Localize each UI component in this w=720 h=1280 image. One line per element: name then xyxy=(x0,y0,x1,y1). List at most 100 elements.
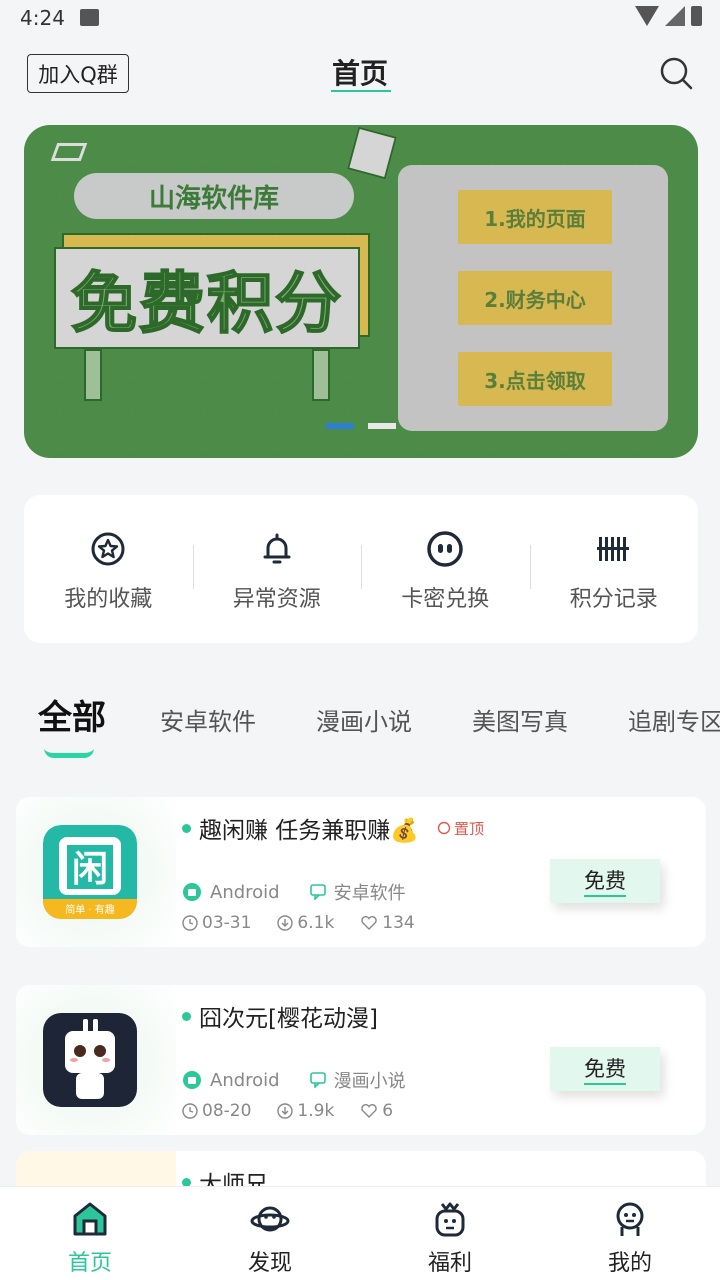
search-icon[interactable] xyxy=(659,56,693,90)
app-meta-stats: 03-31 6.1k 134 xyxy=(182,913,415,933)
image-notification-icon xyxy=(80,9,99,26)
title-bullet xyxy=(182,823,191,833)
bell-icon xyxy=(263,533,291,564)
tab-tv-series[interactable]: 追剧专区 xyxy=(628,702,720,737)
app-date: 08-20 xyxy=(202,1101,252,1121)
category-label: 漫画小说 xyxy=(333,1071,406,1092)
shortcut-panel: 我的收藏 异常资源 卡密兑换 积分记录 xyxy=(24,495,698,643)
title-bullet xyxy=(182,1011,191,1021)
app-icon-quxianzhuan: 闲 简单 · 有趣 xyxy=(43,825,137,919)
billboard-post-right xyxy=(312,349,330,401)
app-name: 趣闲赚 任务兼职赚💰 xyxy=(199,818,419,844)
tab-photo-albums[interactable]: 美图写真 xyxy=(472,702,568,737)
tab-mine[interactable]: 我的 xyxy=(540,1187,720,1280)
app-date: 03-31 xyxy=(202,913,252,933)
tab-label: 我的 xyxy=(607,1251,652,1276)
app-card[interactable]: 囧次元[樱花动漫] Android 漫画小说 08-20 1.9k 6 免费 xyxy=(16,985,706,1135)
free-download-button[interactable]: 免费 xyxy=(550,1047,660,1091)
chat-icon xyxy=(309,884,326,900)
app-meta-platform: Android 漫画小说 xyxy=(182,1067,406,1093)
chat-bubble-icon xyxy=(437,821,451,835)
tab-all[interactable]: 全部 xyxy=(38,690,106,739)
android-icon xyxy=(183,883,201,901)
app-title: 囧次元[樱花动漫] xyxy=(182,999,378,1033)
active-tab-indicator xyxy=(44,748,94,758)
status-time: 4:24 xyxy=(20,6,65,30)
battery-icon xyxy=(691,6,702,26)
app-icon-area xyxy=(16,985,176,1135)
app-meta-platform: Android 安卓软件 xyxy=(182,879,406,905)
banner-step-1: 1.我的页面 xyxy=(458,190,612,244)
bottom-tab-bar: 首页 发现 福利 我的 xyxy=(0,1186,720,1280)
status-bar: 4:24 xyxy=(0,0,720,36)
billboard-text: 免费积分 xyxy=(54,247,360,349)
chat-icon xyxy=(309,1072,326,1088)
pinned-label: 置顶 xyxy=(453,819,484,838)
clock-icon xyxy=(182,1103,198,1119)
face-icon xyxy=(427,531,463,567)
platform-label: Android xyxy=(210,881,280,903)
app-card[interactable]: 闲 简单 · 有趣 趣闲赚 任务兼职赚💰 置顶 Android 安卓软件 03-… xyxy=(16,797,706,947)
app-icon-area: 闲 简单 · 有趣 xyxy=(16,797,176,947)
shortcut-card-redeem[interactable]: 卡密兑换 xyxy=(361,495,530,643)
title-underline xyxy=(331,90,391,92)
svg-text:闲: 闲 xyxy=(72,849,108,890)
free-download-button[interactable]: 免费 xyxy=(550,859,660,903)
shortcut-label: 我的收藏 xyxy=(64,587,153,612)
heart-icon xyxy=(361,916,378,930)
tab-label: 发现 xyxy=(247,1251,292,1276)
download-icon xyxy=(277,1103,294,1119)
tab-label: 首页 xyxy=(67,1251,112,1276)
app-bar: 加入Q群 首页 xyxy=(0,36,720,114)
tab-home[interactable]: 首页 xyxy=(0,1187,180,1280)
app-name: 囧次元[樱花动漫] xyxy=(199,1006,378,1032)
barcode-icon xyxy=(596,537,629,561)
shortcut-points-history[interactable]: 积分记录 xyxy=(529,495,699,643)
shortcut-label: 异常资源 xyxy=(232,587,321,612)
tab-label: 福利 xyxy=(427,1251,472,1276)
shortcut-broken-resources[interactable]: 异常资源 xyxy=(192,495,362,643)
promo-banner[interactable]: 山海软件库 免费积分 1.我的页面 2.财务中心 3.点击领取 xyxy=(24,125,698,458)
user-icon xyxy=(616,1202,644,1236)
category-tag: 安卓软件 xyxy=(309,879,406,905)
banner-page-indicator xyxy=(326,423,396,429)
banner-step-3: 3.点击领取 xyxy=(458,352,612,406)
home-icon xyxy=(73,1202,107,1236)
category-tag: 漫画小说 xyxy=(309,1067,406,1093)
banner-dot[interactable] xyxy=(368,423,396,429)
like-count: 134 xyxy=(382,913,415,933)
star-icon xyxy=(91,532,125,566)
price-label: 免费 xyxy=(584,865,626,897)
pinned-badge: 置顶 xyxy=(437,818,484,839)
download-count: 6.1k xyxy=(297,913,335,933)
platform-label: Android xyxy=(210,1069,280,1091)
tab-discover[interactable]: 发现 xyxy=(180,1187,360,1280)
banner-dot-active[interactable] xyxy=(326,423,354,429)
tab-comics-novels[interactable]: 漫画小说 xyxy=(316,702,412,737)
billboard-post-left xyxy=(84,349,102,401)
planet-icon xyxy=(250,1206,290,1232)
shortcut-label: 积分记录 xyxy=(569,587,658,612)
download-icon xyxy=(277,915,294,931)
clock-icon xyxy=(182,915,198,931)
android-icon xyxy=(183,1071,201,1089)
gift-icon xyxy=(435,1202,465,1237)
banner-steps-panel: 1.我的页面 2.财务中心 3.点击领取 xyxy=(398,165,668,431)
download-count: 1.9k xyxy=(297,1101,335,1121)
price-label: 免费 xyxy=(584,1053,626,1085)
shortcut-favorites[interactable]: 我的收藏 xyxy=(24,495,193,643)
app-meta-stats: 08-20 1.9k 6 xyxy=(182,1101,393,1121)
page-title: 首页 xyxy=(331,57,388,90)
svg-text:简单 · 有趣: 简单 · 有趣 xyxy=(65,903,115,916)
shortcut-label: 卡密兑换 xyxy=(401,587,490,612)
category-tabs: 全部 安卓软件 漫画小说 美图写真 追剧专区 xyxy=(0,690,720,770)
wifi-icon xyxy=(635,6,659,26)
banner-brand-pill: 山海软件库 xyxy=(74,173,354,219)
tab-welfare[interactable]: 福利 xyxy=(360,1187,540,1280)
app-title: 趣闲赚 任务兼职赚💰 置顶 xyxy=(182,811,484,845)
category-label: 安卓软件 xyxy=(333,883,406,904)
app-icon-jiongciyuan xyxy=(43,1013,137,1107)
tab-android-software[interactable]: 安卓软件 xyxy=(160,702,256,737)
status-icons xyxy=(635,6,702,26)
banner-step-2: 2.财务中心 xyxy=(458,271,612,325)
